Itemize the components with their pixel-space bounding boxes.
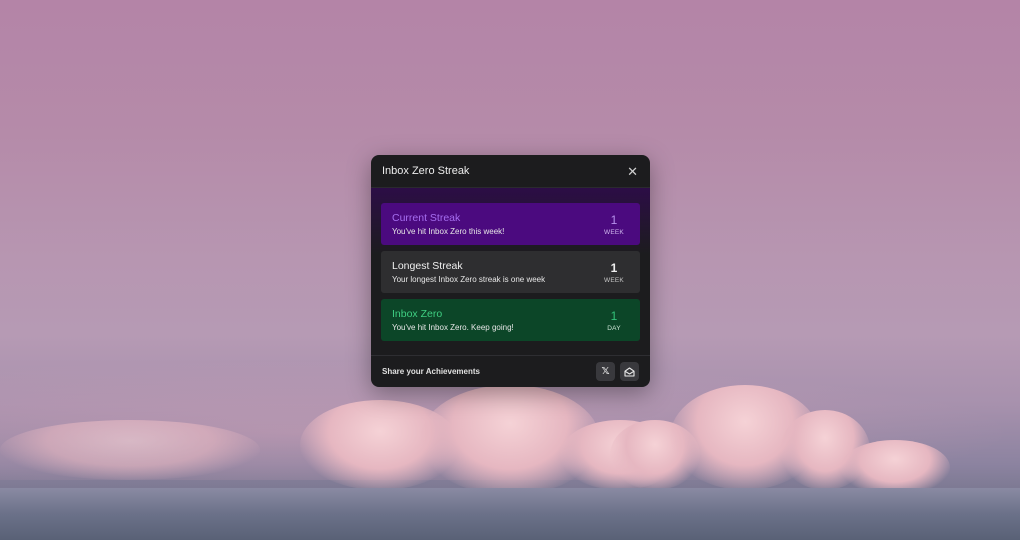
streak-unit: WEEK [604, 228, 624, 236]
streak-stat: 1 DAY [600, 309, 628, 332]
share-email-button[interactable] [620, 362, 639, 381]
streak-value: 1 [610, 308, 618, 323]
inbox-zero-card: Inbox Zero You've hit Inbox Zero. Keep g… [381, 299, 640, 341]
card-description: You've hit Inbox Zero this week! [392, 227, 505, 236]
card-description: You've hit Inbox Zero. Keep going! [392, 323, 514, 332]
modal-header: Inbox Zero Streak ✕ [371, 155, 650, 188]
horizon [0, 488, 1020, 540]
streak-stat: 1 WEEK [600, 261, 628, 284]
share-x-button[interactable]: 𝕏 [596, 362, 615, 381]
modal-body: Current Streak You've hit Inbox Zero thi… [371, 188, 650, 355]
card-title: Inbox Zero [392, 308, 443, 320]
x-logo-icon: 𝕏 [601, 366, 610, 377]
card-title: Longest Streak [392, 260, 463, 272]
streak-modal: Inbox Zero Streak ✕ Current Streak You'v… [371, 155, 650, 387]
modal-footer: Share your Achievements 𝕏 [371, 355, 650, 387]
current-streak-card: Current Streak You've hit Inbox Zero thi… [381, 203, 640, 245]
longest-streak-card: Longest Streak Your longest Inbox Zero s… [381, 251, 640, 293]
close-icon[interactable]: ✕ [627, 165, 638, 178]
mail-icon [624, 366, 635, 377]
card-description: Your longest Inbox Zero streak is one we… [392, 275, 546, 284]
share-buttons: 𝕏 [596, 362, 639, 381]
share-label: Share your Achievements [382, 367, 480, 376]
modal-title: Inbox Zero Streak [382, 165, 470, 177]
streak-value: 1 [610, 260, 618, 275]
streak-value: 1 [610, 212, 618, 227]
streak-unit: DAY [607, 324, 621, 332]
streak-stat: 1 WEEK [600, 213, 628, 236]
card-title: Current Streak [392, 212, 461, 224]
streak-unit: WEEK [604, 276, 624, 284]
